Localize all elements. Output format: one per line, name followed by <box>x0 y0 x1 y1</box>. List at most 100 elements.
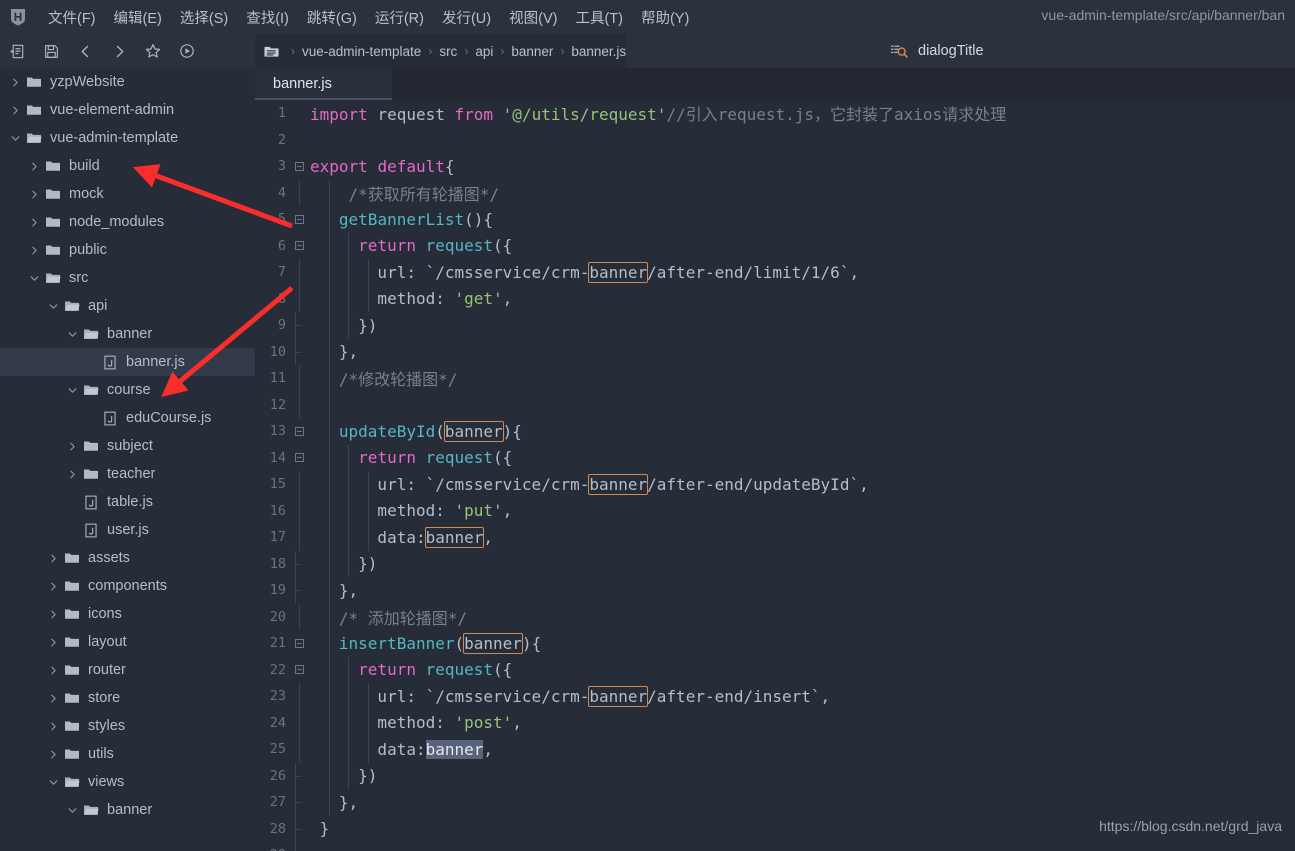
tree-item-public[interactable]: public <box>0 236 255 264</box>
tree-item-table-js[interactable]: table.js <box>0 488 255 516</box>
code-line[interactable]: 13 updateById(banner){ <box>255 418 1295 445</box>
menu-item-s[interactable]: 选择(S) <box>171 4 237 31</box>
chevron-right-icon[interactable] <box>44 553 62 564</box>
code-line[interactable]: 10 }, <box>255 338 1295 365</box>
new-file-icon[interactable] <box>0 36 34 66</box>
breadcrumb-item[interactable]: api <box>475 44 493 59</box>
chevron-down-icon[interactable] <box>63 329 81 340</box>
fold-marker[interactable] <box>291 453 307 463</box>
chevron-down-icon[interactable] <box>6 133 24 144</box>
save-icon[interactable] <box>34 36 68 66</box>
menu-item-v[interactable]: 视图(V) <box>500 4 566 31</box>
tree-item-banner[interactable]: banner <box>0 320 255 348</box>
code-line[interactable]: 7 url: `/cmsservice/crm-banner/after-end… <box>255 259 1295 286</box>
tree-item-educourse-js[interactable]: eduCourse.js <box>0 404 255 432</box>
code-line[interactable]: 18 }) <box>255 550 1295 577</box>
project-file-tree[interactable]: yzpWebsite vue-element-admin vue-admin-tem… <box>0 68 255 851</box>
tree-item-banner-js[interactable]: banner.js <box>0 348 255 376</box>
code-line[interactable]: 9 }) <box>255 312 1295 339</box>
code-line[interactable]: 16 method: 'put', <box>255 497 1295 524</box>
code-line[interactable]: 20 /* 添加轮播图*/ <box>255 603 1295 630</box>
menu-item-g[interactable]: 跳转(G) <box>298 4 366 31</box>
chevron-down-icon[interactable] <box>44 777 62 788</box>
back-arrow-icon[interactable] <box>68 36 102 66</box>
menu-item-r[interactable]: 运行(R) <box>366 4 433 31</box>
chevron-right-icon[interactable] <box>25 217 43 228</box>
tree-item-vue-admin-template[interactable]: vue-admin-template <box>0 124 255 152</box>
code-line[interactable]: 29 <box>255 842 1295 851</box>
code-line[interactable]: 27 }, <box>255 789 1295 816</box>
menu-item-t[interactable]: 工具(T) <box>566 4 632 31</box>
tree-item-banner[interactable]: banner <box>0 796 255 824</box>
code-line[interactable]: 25 data:banner, <box>255 736 1295 763</box>
bookmark-star-icon[interactable] <box>136 36 170 66</box>
tree-item-yzpwebsite[interactable]: yzpWebsite <box>0 68 255 96</box>
code-line[interactable]: 8 method: 'get', <box>255 285 1295 312</box>
chevron-down-icon[interactable] <box>63 805 81 816</box>
menu-item-e[interactable]: 编辑(E) <box>105 4 171 31</box>
code-editor[interactable]: 1 import request from '@/utils/request'//… <box>255 100 1295 851</box>
menu-item-f[interactable]: 文件(F) <box>39 4 105 31</box>
forward-arrow-icon[interactable] <box>102 36 136 66</box>
code-line[interactable]: 2 <box>255 127 1295 154</box>
tree-item-layout[interactable]: layout <box>0 628 255 656</box>
breadcrumb-item[interactable]: banner <box>511 44 553 59</box>
tree-item-styles[interactable]: styles <box>0 712 255 740</box>
fold-marker[interactable] <box>291 638 307 648</box>
code-line[interactable]: 22 return request({ <box>255 656 1295 683</box>
code-line[interactable]: 21 insertBanner(banner){ <box>255 630 1295 657</box>
chevron-right-icon[interactable] <box>63 441 81 452</box>
code-line[interactable]: 26 }) <box>255 762 1295 789</box>
tree-item-views[interactable]: views <box>0 768 255 796</box>
code-line[interactable]: 24 method: 'post', <box>255 709 1295 736</box>
chevron-right-icon[interactable] <box>25 189 43 200</box>
code-line[interactable]: 19 }, <box>255 577 1295 604</box>
tree-item-mock[interactable]: mock <box>0 180 255 208</box>
fold-marker[interactable] <box>291 214 307 224</box>
tree-item-assets[interactable]: assets <box>0 544 255 572</box>
tree-item-store[interactable]: store <box>0 684 255 712</box>
tree-item-components[interactable]: components <box>0 572 255 600</box>
chevron-right-icon[interactable] <box>25 161 43 172</box>
chevron-right-icon[interactable] <box>6 77 24 88</box>
code-line[interactable]: 5 getBannerList(){ <box>255 206 1295 233</box>
tree-item-build[interactable]: build <box>0 152 255 180</box>
chevron-right-icon[interactable] <box>44 693 62 704</box>
find-in-file-box[interactable]: dialogTitle <box>890 34 984 68</box>
tab-banner-js[interactable]: banner.js <box>255 68 392 100</box>
tree-item-subject[interactable]: subject <box>0 432 255 460</box>
tree-item-src[interactable]: src <box>0 264 255 292</box>
code-line[interactable]: 3 export default{ <box>255 153 1295 180</box>
code-line[interactable]: 15 url: `/cmsservice/crm-banner/after-en… <box>255 471 1295 498</box>
tree-item-router[interactable]: router <box>0 656 255 684</box>
fold-marker[interactable] <box>291 665 307 675</box>
menu-item-i[interactable]: 查找(I) <box>237 4 298 31</box>
code-line[interactable]: 1 import request from '@/utils/request'//… <box>255 100 1295 127</box>
code-line[interactable]: 17 data:banner, <box>255 524 1295 551</box>
code-line[interactable]: 23 url: `/cmsservice/crm-banner/after-en… <box>255 683 1295 710</box>
tree-item-api[interactable]: api <box>0 292 255 320</box>
tree-item-utils[interactable]: utils <box>0 740 255 768</box>
chevron-right-icon[interactable] <box>44 637 62 648</box>
chevron-right-icon[interactable] <box>63 469 81 480</box>
chevron-down-icon[interactable] <box>25 273 43 284</box>
tree-item-user-js[interactable]: user.js <box>0 516 255 544</box>
chevron-right-icon[interactable] <box>25 245 43 256</box>
tree-item-vue-element-admin[interactable]: vue-element-admin <box>0 96 255 124</box>
fold-marker[interactable] <box>291 161 307 171</box>
chevron-right-icon[interactable] <box>6 105 24 116</box>
breadcrumb-item[interactable]: vue-admin-template <box>302 44 421 59</box>
code-line[interactable]: 4 /*获取所有轮播图*/ <box>255 179 1295 206</box>
chevron-right-icon[interactable] <box>44 721 62 732</box>
run-play-icon[interactable] <box>170 36 204 66</box>
chevron-down-icon[interactable] <box>44 301 62 312</box>
breadcrumb-item[interactable]: banner.js <box>571 44 626 59</box>
chevron-down-icon[interactable] <box>63 385 81 396</box>
code-line[interactable]: 12 <box>255 391 1295 418</box>
chevron-right-icon[interactable] <box>44 581 62 592</box>
tree-item-teacher[interactable]: teacher <box>0 460 255 488</box>
chevron-right-icon[interactable] <box>44 749 62 760</box>
tree-item-icons[interactable]: icons <box>0 600 255 628</box>
fold-marker[interactable] <box>291 241 307 251</box>
menu-item-y[interactable]: 帮助(Y) <box>632 4 698 31</box>
